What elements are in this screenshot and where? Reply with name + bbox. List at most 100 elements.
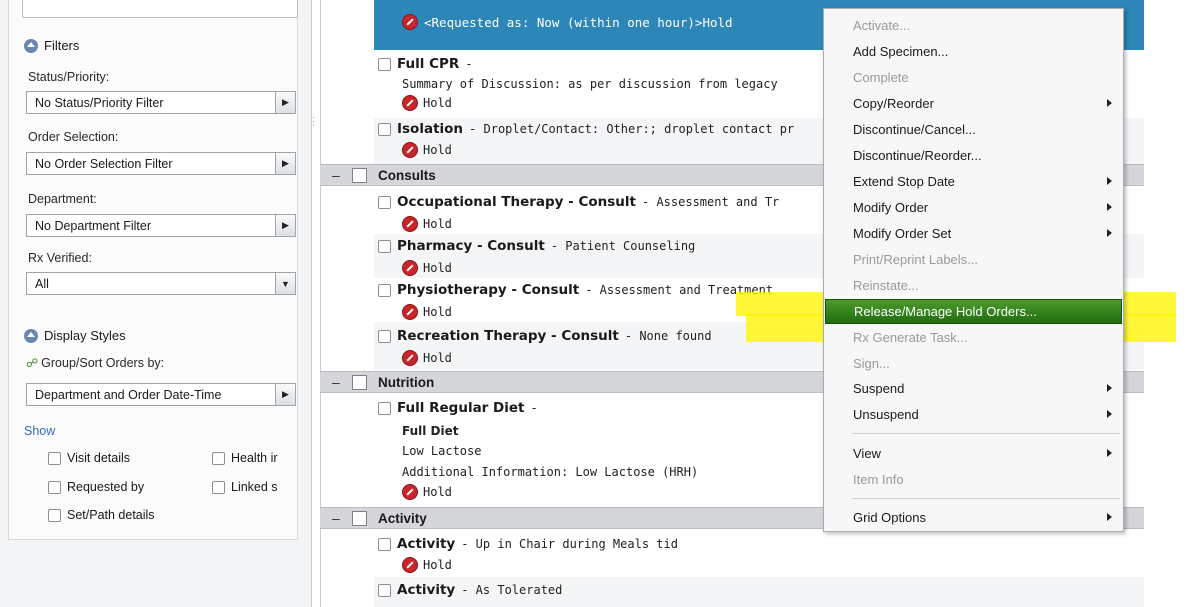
display-styles-section-header[interactable]: Display Styles: [24, 328, 126, 343]
requested-by-label: Requested by: [67, 480, 145, 494]
menu-item-extend-stop-date[interactable]: Extend Stop Date: [825, 169, 1122, 194]
hold-icon: [402, 216, 418, 232]
chevron-down-icon[interactable]: ▼: [275, 273, 295, 294]
menu-item-discontinue-cancel[interactable]: Discontinue/Cancel...: [825, 117, 1122, 142]
menu-item-add-specimen[interactable]: Add Specimen...: [825, 39, 1122, 64]
menu-item-discontinue-reorder[interactable]: Discontinue/Reorder...: [825, 143, 1122, 168]
hold-icon: [402, 304, 418, 320]
order-checkbox[interactable]: [378, 537, 391, 551]
menu-item-reinstate[interactable]: Reinstate...: [825, 273, 1122, 298]
filters-section-header[interactable]: Filters: [24, 38, 79, 53]
hold-icon: [402, 142, 418, 158]
set-path-details-label: Set/Path details: [67, 508, 155, 522]
order-name: Physiotherapy - Consult: [397, 282, 580, 298]
menu-item-item-info[interactable]: Item Info: [825, 467, 1122, 492]
menu-item-activate[interactable]: Activate...: [825, 13, 1122, 38]
link-chain-icon: ☍: [26, 356, 39, 370]
selected-order-text: <Requested as: Now (within one hour)>Hol…: [424, 14, 733, 30]
order-suffix: -: [465, 57, 473, 71]
show-link[interactable]: Show: [24, 424, 55, 438]
table-row[interactable]: Activity - As Tolerated: [374, 577, 1144, 607]
requested-by-checkbox[interactable]: [48, 480, 61, 494]
menu-item-modify-order[interactable]: Modify Order: [825, 195, 1122, 220]
order-selection-label: Order Selection:: [28, 130, 119, 144]
menu-item-label: Grid Options: [853, 510, 926, 525]
dropdown-arrow-icon[interactable]: ▶: [275, 384, 295, 405]
order-checkbox[interactable]: [378, 329, 391, 343]
health-checkbox[interactable]: [212, 451, 225, 465]
linked-label: Linked s: [231, 480, 278, 494]
category-checkbox[interactable]: [352, 511, 367, 526]
collapse-icon[interactable]: –: [332, 167, 340, 183]
hold-status: Hold: [402, 350, 452, 366]
order-checkbox[interactable]: [378, 122, 391, 136]
dropdown-arrow-icon[interactable]: ▶: [275, 153, 295, 174]
order-checkbox[interactable]: [378, 283, 391, 297]
menu-item-release-hold-orders[interactable]: Release/Manage Hold Orders...: [825, 299, 1122, 324]
rx-verified-value: All: [35, 276, 49, 291]
hold-status: Hold: [402, 304, 452, 320]
menu-item-unsuspend[interactable]: Unsuspend: [825, 402, 1122, 427]
visit-details-option[interactable]: Visit details: [48, 451, 130, 465]
order-name: Activity: [397, 536, 456, 552]
order-checkbox[interactable]: [378, 583, 391, 597]
submenu-arrow-icon: [1107, 99, 1112, 107]
order-name: Activity: [397, 582, 456, 598]
set-path-details-checkbox[interactable]: [48, 508, 61, 522]
submenu-arrow-icon: [1107, 203, 1112, 211]
rx-verified-dropdown[interactable]: All ▼: [26, 272, 296, 295]
category-checkbox[interactable]: [352, 168, 367, 183]
order-selection-value: No Order Selection Filter: [35, 156, 173, 171]
visit-details-checkbox[interactable]: [48, 451, 61, 465]
order-checkbox[interactable]: [378, 239, 391, 253]
menu-item-sign[interactable]: Sign...: [825, 351, 1122, 376]
order-selection-dropdown[interactable]: No Order Selection Filter ▶: [26, 152, 296, 175]
menu-separator: [852, 433, 1120, 434]
hold-icon: [402, 95, 418, 111]
table-row[interactable]: Activity - Up in Chair during Meals tid …: [374, 531, 1144, 577]
menu-item-label: View: [853, 446, 881, 461]
order-checkbox[interactable]: [378, 57, 391, 71]
collapse-up-icon[interactable]: [24, 38, 38, 53]
linked-checkbox[interactable]: [212, 480, 225, 494]
category-checkbox[interactable]: [352, 375, 367, 390]
linked-option[interactable]: Linked s: [212, 480, 278, 494]
status-priority-value: No Status/Priority Filter: [35, 95, 164, 110]
menu-item-modify-order-set[interactable]: Modify Order Set: [825, 221, 1122, 246]
department-dropdown[interactable]: No Department Filter ▶: [26, 214, 296, 237]
menu-item-copy-reorder[interactable]: Copy/Reorder: [825, 91, 1122, 116]
dropdown-arrow-icon[interactable]: ▶: [275, 215, 295, 236]
health-option[interactable]: Health ir: [212, 451, 278, 465]
order-line: Full CPR -: [378, 56, 473, 72]
panel-top-control[interactable]: [22, 0, 298, 18]
group-sort-dropdown[interactable]: Department and Order Date-Time ▶: [26, 383, 296, 406]
menu-item-suspend[interactable]: Suspend: [825, 376, 1122, 401]
collapse-icon[interactable]: –: [332, 374, 340, 390]
context-menu: Activate... Add Specimen... Complete Cop…: [823, 8, 1124, 532]
order-detail-line: Summary of Discussion: as per discussion…: [402, 77, 778, 91]
order-line: Activity - Up in Chair during Meals tid: [378, 536, 678, 552]
splitter-handle[interactable]: · · ·: [312, 113, 316, 131]
dropdown-arrow-icon[interactable]: ▶: [275, 92, 295, 113]
menu-item-complete[interactable]: Complete: [825, 65, 1122, 90]
submenu-arrow-icon: [1107, 410, 1112, 418]
collapse-up-icon[interactable]: [24, 328, 38, 343]
hold-icon: [402, 484, 418, 500]
menu-item-label: Modify Order: [853, 200, 929, 215]
submenu-arrow-icon: [1107, 229, 1112, 237]
hold-status: Hold: [402, 557, 452, 573]
menu-item-view[interactable]: View: [825, 441, 1122, 466]
display-styles-title: Display Styles: [44, 328, 126, 343]
status-priority-dropdown[interactable]: No Status/Priority Filter ▶: [26, 91, 296, 114]
menu-item-grid-options[interactable]: Grid Options: [825, 505, 1122, 530]
order-checkbox[interactable]: [378, 195, 391, 209]
hold-icon: [402, 14, 418, 30]
menu-item-print-labels[interactable]: Print/Reprint Labels...: [825, 247, 1122, 272]
requested-by-option[interactable]: Requested by: [48, 480, 144, 494]
collapse-icon[interactable]: –: [332, 510, 340, 526]
menu-item-rx-generate-task[interactable]: Rx Generate Task...: [825, 325, 1122, 350]
hold-label: Hold: [423, 261, 452, 275]
order-checkbox[interactable]: [378, 401, 391, 415]
set-path-details-option[interactable]: Set/Path details: [48, 508, 155, 522]
order-line: Full Regular Diet -: [378, 400, 538, 416]
